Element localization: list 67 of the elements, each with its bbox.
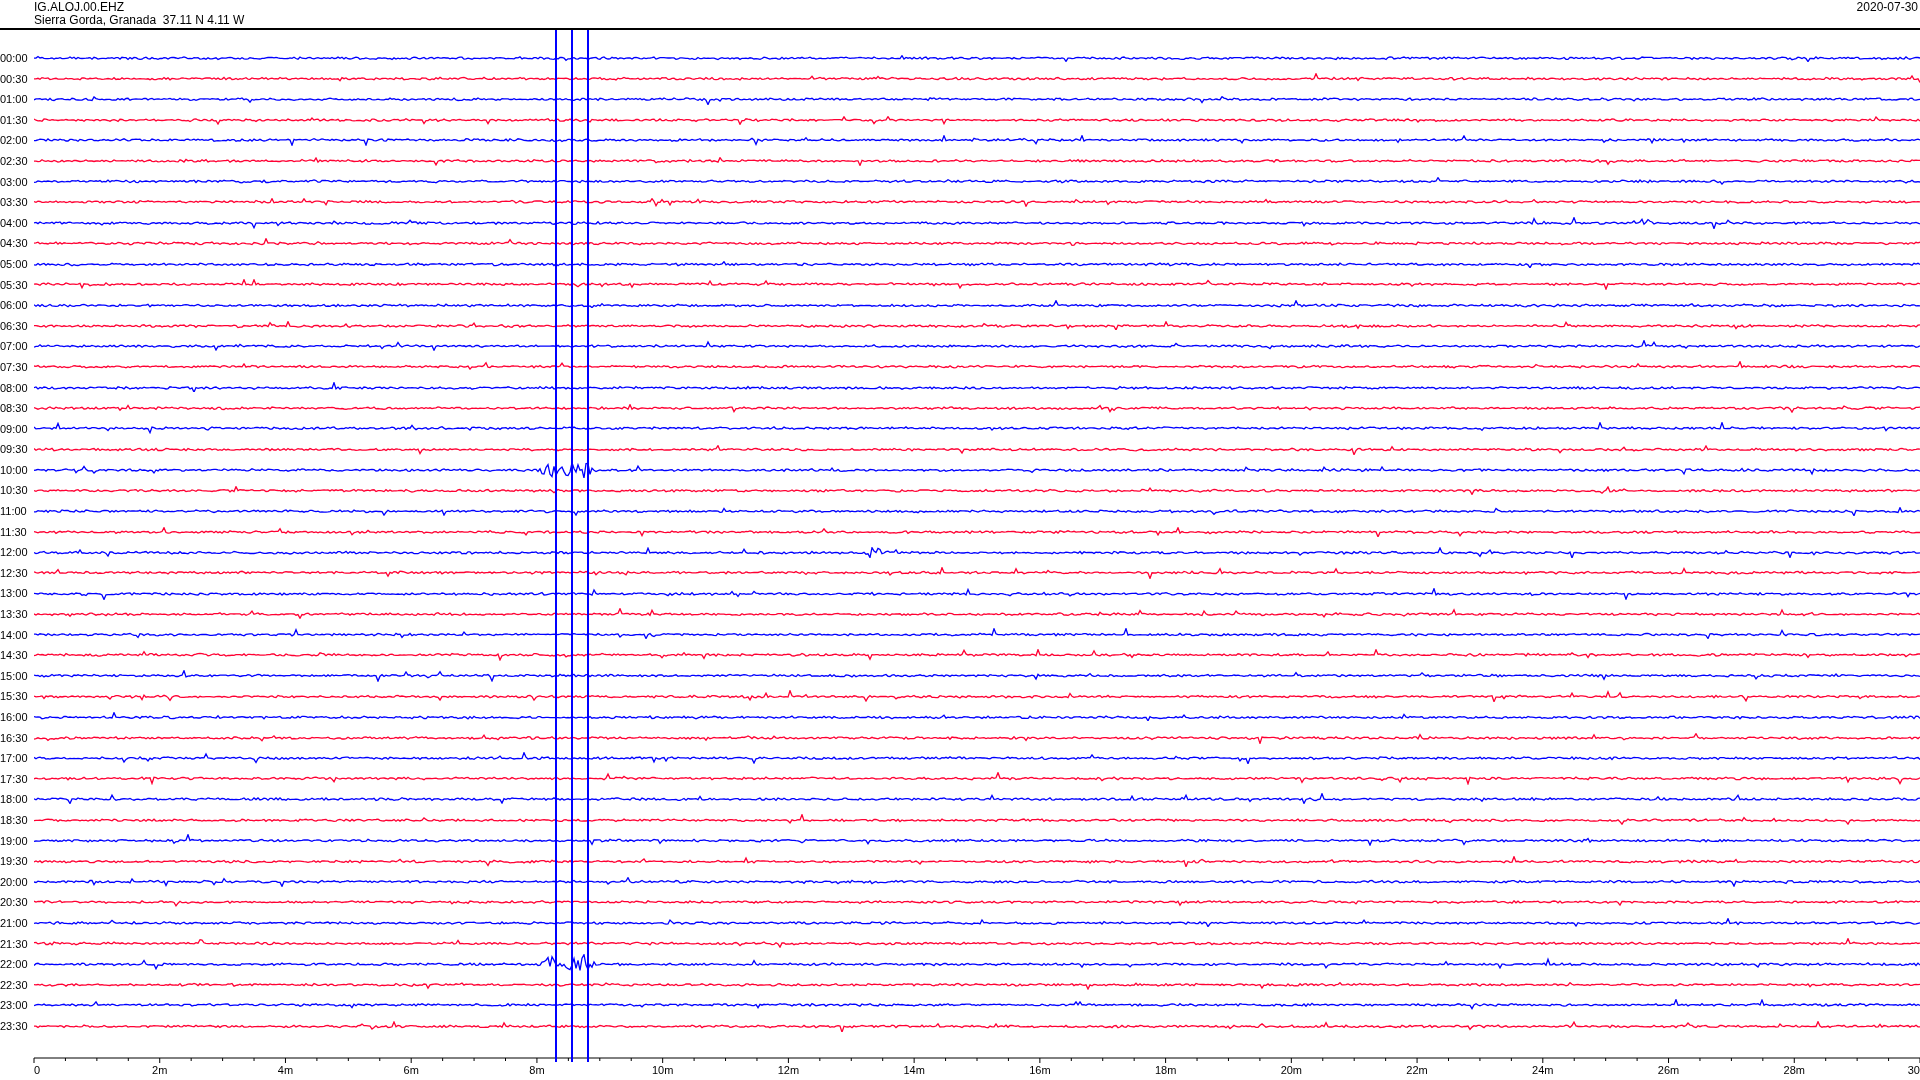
trace-time-label: 10:30	[0, 484, 29, 497]
axis-tick-label: 14m	[903, 1064, 925, 1076]
trace-time-label: 02:00	[0, 134, 29, 147]
axis-tick-label: 28m	[1783, 1064, 1805, 1076]
trace-time-label: 00:00	[0, 52, 29, 64]
trace-time-label: 05:00	[0, 257, 29, 270]
trace-time-label: 06:30	[0, 319, 29, 332]
axis-tick-label: 8m	[529, 1064, 545, 1076]
trace-time-label: 12:30	[0, 566, 29, 579]
trace-time-label: 03:30	[0, 196, 29, 209]
axis-tick-label: 6m	[403, 1064, 419, 1076]
trace-time-label: 11:30	[0, 525, 28, 538]
trace-time-label: 14:30	[0, 649, 29, 662]
axis-tick-label: 2m	[152, 1064, 168, 1076]
trace-time-label: 14:00	[0, 628, 29, 641]
trace-time-label: 19:00	[0, 834, 29, 847]
axis-tick-label: 24m	[1532, 1064, 1554, 1076]
axis-tick-label: 0	[34, 1064, 41, 1076]
trace-time-label: 15:00	[0, 669, 29, 682]
axis-tick-label: 20m	[1280, 1064, 1303, 1076]
trace-time-label: 15:30	[0, 690, 29, 703]
trace-time-label: 07:00	[0, 340, 29, 353]
trace-time-label: 04:00	[0, 216, 29, 229]
axis-tick-label: 26m	[1657, 1064, 1680, 1076]
trace-time-label: 05:30	[0, 278, 29, 291]
axis-tick-label: 30	[1907, 1064, 1920, 1076]
trace-time-label: 09:30	[0, 443, 29, 456]
trace-time-label: 23:00	[0, 999, 29, 1012]
trace-time-label: 11:00	[0, 505, 28, 518]
trace-time-label: 08:30	[0, 402, 29, 415]
axis-tick-label: 4m	[277, 1064, 294, 1076]
trace-time-label: 01:30	[0, 113, 29, 126]
axis-tick-label: 12m	[777, 1064, 800, 1076]
trace-time-label: 20:30	[0, 896, 29, 909]
trace-time-label: 21:30	[0, 937, 29, 950]
trace-time-label: 01:00	[0, 93, 29, 106]
axis-tick-label: 22m	[1406, 1064, 1428, 1076]
trace-time-label: 18:30	[0, 813, 29, 826]
trace-time-label: 10:00	[0, 463, 29, 476]
trace-time-label: 16:30	[0, 731, 29, 744]
trace-time-label: 08:00	[0, 381, 29, 394]
trace-time-label: 07:30	[0, 360, 29, 373]
trace-time-label: 04:30	[0, 237, 29, 250]
trace-time-label: 02:30	[0, 154, 29, 167]
trace-time-label: 23:30	[0, 1019, 29, 1032]
trace-time-label: 20:00	[0, 875, 29, 888]
trace-time-label: 00:30	[0, 72, 29, 85]
date-label: 2020-07-30	[1856, 0, 1919, 16]
axis-tick-label: 16m	[1029, 1064, 1051, 1076]
station-code: IG.ALOJ.00.EHZ	[34, 1, 126, 14]
trace-time-label: 09:00	[0, 422, 29, 435]
trace-time-label: 22:00	[0, 958, 29, 971]
trace-time-label: 21:00	[0, 916, 29, 929]
axis-tick-label: 10m	[651, 1064, 674, 1076]
trace-time-label: 18:00	[0, 793, 29, 806]
trace-time-label: 03:00	[0, 175, 29, 188]
trace-time-label: 17:00	[0, 752, 29, 765]
trace-time-label: 17:30	[0, 772, 29, 785]
trace-time-label: 06:00	[0, 299, 29, 312]
trace-time-label: 19:30	[0, 855, 29, 868]
trace-time-label: 12:00	[0, 546, 29, 559]
trace-time-label: 16:00	[0, 711, 29, 723]
axis-tick-label: 18m	[1154, 1064, 1177, 1076]
trace-time-label: 22:30	[0, 978, 29, 991]
trace-time-label: 13:30	[0, 608, 29, 621]
trace-time-label: 13:00	[0, 587, 29, 600]
station-location: Sierra Gorda, Granada 37.11 N 4.11 W	[34, 14, 245, 27]
